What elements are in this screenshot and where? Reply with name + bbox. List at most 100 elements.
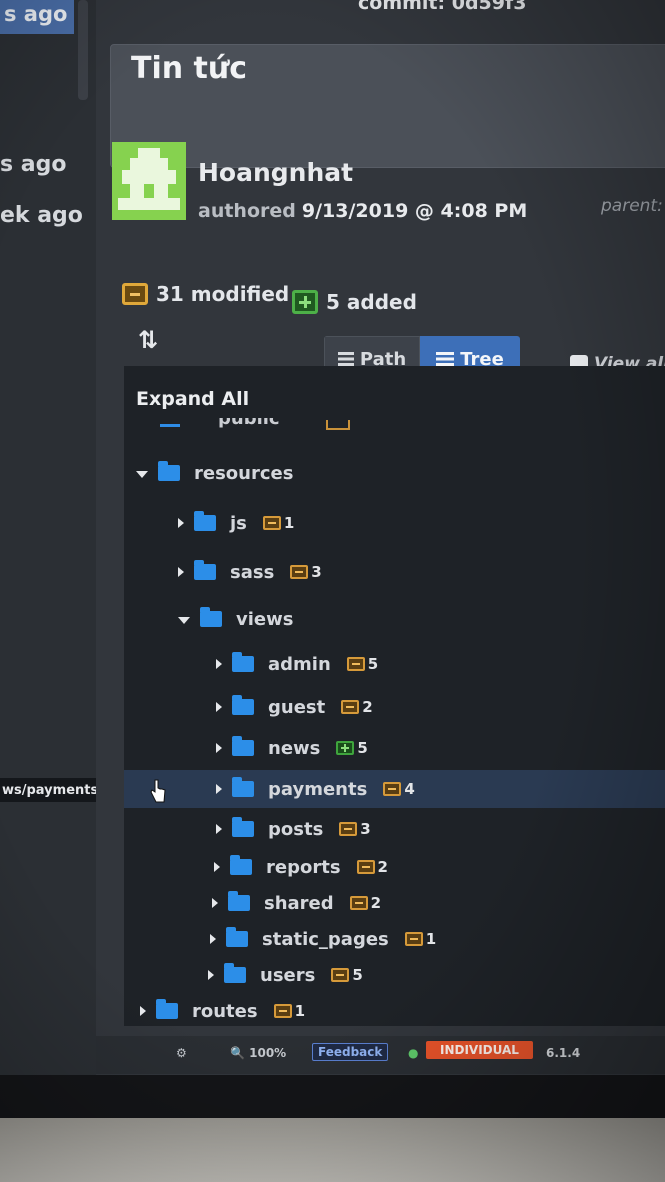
parent-label: parent: [601,196,663,216]
modified-count-badge: 2 [356,858,388,876]
sort-icon[interactable]: ⇅ [138,326,158,354]
modified-count-badge: 1 [262,514,294,532]
folder-name: resources [194,462,294,484]
tree-row-guest[interactable]: guest 2 [216,692,373,722]
folder-icon [226,927,248,947]
folder-name: payments [268,778,368,800]
commit-sha: commit: 0d59f3 [358,0,527,14]
modified-icon [331,968,350,982]
caret-right-icon[interactable] [216,659,222,669]
change-count: 5 [367,655,379,673]
change-count: 2 [377,858,388,876]
tree-row-posts[interactable]: posts 3 [216,814,371,844]
feedback-button[interactable]: Feedback [312,1043,389,1061]
status-dot-icon: ● [408,1046,419,1060]
modified-count-badge: 2 [341,698,373,716]
tree-row-routes[interactable]: routes 1 [140,996,305,1026]
modified-count-badge: 1 [404,930,436,948]
modified-count: 31 modified [122,282,289,306]
caret-right-icon[interactable] [214,862,220,872]
history-item-time: s ago [0,152,67,177]
version-label: 6.1.4 [546,1046,581,1060]
caret-right-icon[interactable] [216,784,222,794]
modified-icon [273,1004,292,1018]
modified-count-badge: 5 [331,966,363,984]
history-panel: s ago s ago ek ago [0,0,110,1075]
tree-row-js[interactable]: js 1 [178,508,294,538]
modified-count-badge: 3 [290,563,322,581]
modified-icon [356,860,375,874]
history-item[interactable]: ek ago [0,203,83,228]
caret-right-icon[interactable] [210,934,216,944]
author-name[interactable]: Hoangnhat [198,158,353,187]
folder-name: js [230,512,247,534]
folder-name: posts [268,818,324,840]
change-count: 3 [360,820,371,838]
change-count: 1 [294,1002,306,1020]
caret-right-icon[interactable] [216,743,222,753]
folder-icon [194,560,216,580]
folder-icon [232,695,254,715]
history-item-time: s ago [4,2,68,26]
folder-icon [228,891,250,911]
commit-header: commit: 0d59f3 [96,0,665,28]
tree-row-sass[interactable]: sass 3 [178,557,322,587]
file-tree: Expand All public resources js 1 sass 3 views… [124,366,665,1026]
tree-row-admin[interactable]: admin 5 [216,649,378,679]
history-scrollbar[interactable] [78,0,88,100]
authored-line: authored 9/13/2019 @ 4:08 PM [198,200,527,222]
tree-row-resources[interactable]: resources [136,458,309,488]
folder-name: routes [192,1000,258,1022]
history-item-selected[interactable]: s ago [0,0,74,34]
caret-down-icon[interactable] [136,470,148,478]
folder-icon [194,511,216,531]
folder-icon [232,777,254,797]
modified-count-badge: 1 [273,1002,306,1020]
caret-right-icon[interactable] [216,824,222,834]
caret-down-icon[interactable] [178,616,190,624]
added-count: 5 added [292,290,417,314]
tree-row-shared[interactable]: shared 2 [212,888,381,918]
folder-icon [158,461,180,481]
added-text: 5 added [326,290,417,314]
folder-name: news [268,737,321,759]
folder-icon [232,736,254,756]
folder-name: static_pages [262,928,389,950]
change-count: 3 [311,563,322,581]
modified-icon [339,822,358,836]
folder-name: sass [230,561,275,583]
added-icon [292,290,318,314]
zoom-level[interactable]: 🔍 100% [230,1046,286,1060]
tree-row-reports[interactable]: reports 2 [214,852,388,882]
tree-row-views[interactable]: views [178,604,309,634]
caret-right-icon[interactable] [178,567,184,577]
history-item[interactable]: s ago [0,152,66,177]
tree-row-static-pages[interactable]: static_pages 1 [210,924,436,954]
modified-icon [262,516,281,530]
commit-message-box: Tin tức [110,44,665,168]
caret-right-icon[interactable] [212,898,218,908]
caret-right-icon[interactable] [208,970,214,980]
modified-text: 31 modified [156,282,290,306]
modified-count-badge: 3 [339,820,371,838]
status-bar: ⚙ 🔍 100% Feedback ● INDIVIDUAL 6.1.4 [96,1036,665,1074]
tree-row-cut[interactable]: public [160,418,360,432]
caret-right-icon[interactable] [216,702,222,712]
added-icon [336,741,355,755]
folder-icon [156,999,178,1019]
bug-icon[interactable]: ⚙ [176,1046,187,1060]
caret-right-icon[interactable] [178,518,184,528]
license-badge[interactable]: INDIVIDUAL [426,1041,533,1059]
tree-row-users[interactable]: users 5 [208,960,363,990]
tree-row-payments[interactable]: payments 4 [124,770,665,808]
expand-all-button[interactable]: Expand All [136,388,249,410]
folder-icon [232,652,254,672]
commit-message: Tin tức [131,51,248,86]
folder-icon [224,963,246,983]
tree-icon [436,352,455,366]
change-count: 4 [404,780,415,798]
caret-right-icon[interactable] [140,1006,146,1016]
folder-icon [232,817,254,837]
folder-icon [200,607,222,627]
tree-row-news[interactable]: news 5 [216,733,368,763]
